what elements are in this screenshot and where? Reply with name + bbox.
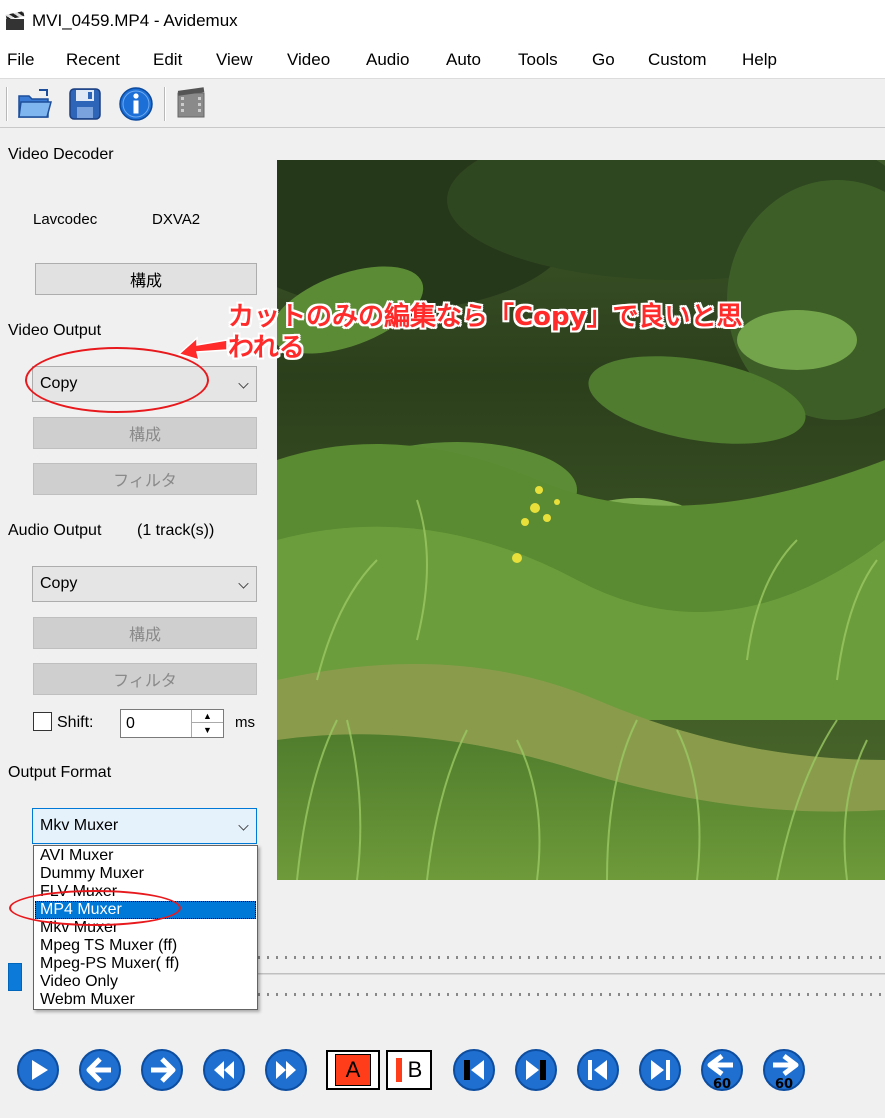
rewind-icon[interactable]	[202, 1048, 246, 1092]
info-icon[interactable]	[117, 86, 155, 122]
go-end-icon[interactable]	[638, 1048, 682, 1092]
audio-track-count: (1 track(s))	[137, 522, 215, 539]
title-bar: MVI_0459.MP4 - Avidemux	[0, 0, 885, 42]
menu-edit[interactable]: Edit	[153, 50, 182, 70]
decoder-codec: Lavcodec	[33, 211, 98, 228]
shift-checkbox[interactable]	[33, 712, 52, 731]
decoder-hw: DXVA2	[152, 211, 201, 228]
annotation-circle-copy	[25, 347, 209, 413]
menu-view[interactable]: View	[216, 50, 253, 70]
annotation-text-line1: カットのみの編集なら「Copy」で良いと思	[228, 302, 743, 332]
spin-down-icon[interactable]: ▼	[192, 723, 223, 736]
output-format-dropdown: AVI Muxer Dummy Muxer FLV Muxer MP4 Muxe…	[33, 845, 258, 1010]
menu-recent[interactable]: Recent	[66, 50, 120, 70]
video-output-filter-button[interactable]: フィルタ	[33, 463, 257, 495]
format-option[interactable]: Mpeg TS Muxer (ff)	[35, 937, 256, 955]
output-format-value: Mkv Muxer	[40, 817, 119, 834]
format-option[interactable]: Dummy Muxer	[35, 865, 256, 883]
audio-output-title: Audio Output	[8, 522, 102, 539]
chevron-down-icon	[238, 578, 249, 589]
format-option[interactable]: Webm Muxer	[35, 991, 256, 1009]
menu-custom[interactable]: Custom	[648, 50, 707, 70]
audio-output-select[interactable]: Copy	[32, 566, 257, 602]
marker-a-icon: A	[334, 1054, 372, 1086]
annotation-arrow-icon	[177, 336, 228, 360]
shift-label: Shift:	[57, 714, 94, 731]
format-option[interactable]: Mpeg-PS Muxer( ff)	[35, 955, 256, 973]
timeline-track[interactable]	[258, 973, 885, 975]
menu-tools[interactable]: Tools	[518, 50, 558, 70]
video-output-title: Video Output	[8, 322, 102, 339]
forward-60-icon[interactable]: 60	[762, 1048, 806, 1092]
timeline-ticks-top	[258, 956, 885, 959]
timeline-ticks-bottom	[258, 993, 885, 996]
menu-bar: File Recent Edit View Video Audio Auto T…	[0, 42, 885, 78]
shift-value: 0	[126, 714, 135, 732]
toolbar	[0, 78, 885, 128]
audio-output-value: Copy	[40, 575, 78, 592]
save-disk-icon[interactable]	[66, 86, 104, 122]
previous-frame-icon[interactable]	[78, 1048, 122, 1092]
video-preview	[277, 160, 885, 880]
audio-output-configure-button[interactable]: 構成	[33, 617, 257, 649]
decoder-configure-button[interactable]: 構成	[35, 263, 257, 295]
menu-audio[interactable]: Audio	[366, 50, 409, 70]
output-format-select[interactable]: Mkv Muxer	[32, 808, 257, 844]
video-decoder-title: Video Decoder	[8, 146, 114, 163]
previous-keyframe-icon[interactable]	[452, 1048, 496, 1092]
menu-auto[interactable]: Auto	[446, 50, 481, 70]
video-output-configure-button[interactable]: 構成	[33, 417, 257, 449]
marker-b-icon: B	[407, 1057, 423, 1082]
play-icon[interactable]	[16, 1048, 60, 1092]
timeline-thumb[interactable]	[8, 963, 22, 991]
film-icon[interactable]	[172, 86, 210, 122]
back-60-icon[interactable]: 60	[700, 1048, 744, 1092]
forward-60-label: 60	[775, 1077, 793, 1092]
marker-a-button[interactable]: A	[326, 1050, 380, 1090]
annotation-text-line2: われる	[228, 333, 305, 363]
next-keyframe-icon[interactable]	[514, 1048, 558, 1092]
fast-forward-icon[interactable]	[264, 1048, 308, 1092]
avidemux-clapper-icon	[4, 10, 26, 32]
menu-help[interactable]: Help	[742, 50, 777, 70]
next-frame-icon[interactable]	[140, 1048, 184, 1092]
audio-output-filter-button[interactable]: フィルタ	[33, 663, 257, 695]
shift-spinbox[interactable]: 0 ▲ ▼	[120, 709, 224, 738]
chevron-down-icon	[238, 820, 249, 831]
menu-video[interactable]: Video	[287, 50, 330, 70]
open-folder-icon[interactable]	[16, 86, 54, 122]
window-title: MVI_0459.MP4 - Avidemux	[32, 11, 238, 30]
shift-unit: ms	[235, 714, 255, 731]
annotation-circle-mp4	[9, 890, 181, 926]
menu-file[interactable]: File	[7, 50, 34, 70]
back-60-label: 60	[713, 1077, 731, 1092]
format-option[interactable]: Video Only	[35, 973, 256, 991]
go-start-icon[interactable]	[576, 1048, 620, 1092]
chevron-down-icon	[238, 378, 249, 389]
spin-up-icon[interactable]: ▲	[192, 710, 223, 723]
menu-go[interactable]: Go	[592, 50, 615, 70]
output-format-title: Output Format	[8, 764, 112, 781]
format-option[interactable]: AVI Muxer	[35, 847, 256, 865]
marker-b-button[interactable]: B	[386, 1050, 432, 1090]
